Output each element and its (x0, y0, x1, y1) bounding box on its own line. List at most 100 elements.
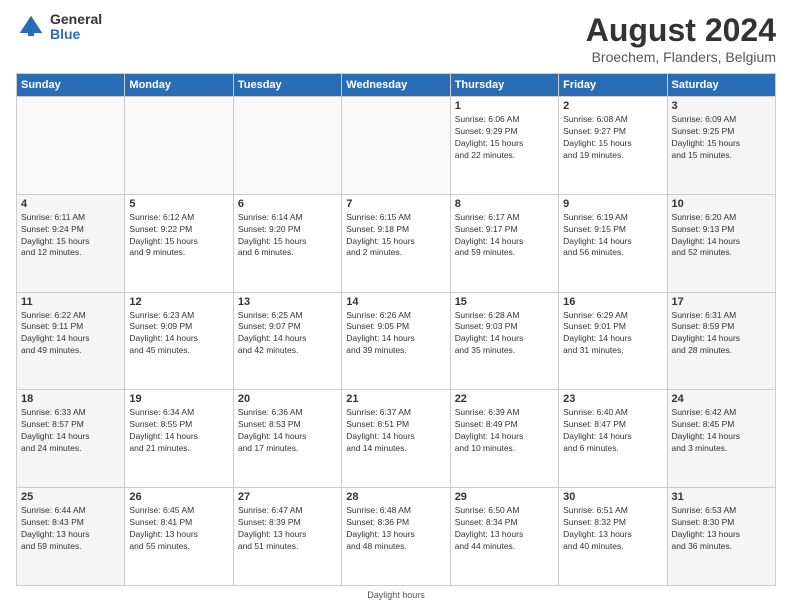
day-number: 25 (21, 491, 120, 503)
table-row: 27 Sunrise: 6:47 AM Sunset: 8:39 PM Dayli… (233, 488, 341, 586)
logo-blue-text: Blue (50, 27, 102, 42)
table-row: 5 Sunrise: 6:12 AM Sunset: 9:22 PM Daylig… (125, 194, 233, 292)
day-number: 1 (455, 100, 554, 112)
table-row: 10 Sunrise: 6:20 AM Sunset: 9:13 PM Dayli… (667, 194, 775, 292)
day-info: Sunrise: 6:34 AM Sunset: 8:55 PM Dayligh… (129, 407, 228, 455)
logo-general-text: General (50, 12, 102, 27)
table-row: 25 Sunrise: 6:44 AM Sunset: 8:43 PM Dayli… (17, 488, 125, 586)
day-info: Sunrise: 6:12 AM Sunset: 9:22 PM Dayligh… (129, 212, 228, 260)
col-tuesday: Tuesday (233, 74, 341, 97)
day-info: Sunrise: 6:45 AM Sunset: 8:41 PM Dayligh… (129, 505, 228, 553)
table-row: 22Sunrise: 6:39 AM Sunset: 8:49 PM Dayli… (450, 390, 558, 488)
day-number: 19 (129, 393, 228, 405)
table-row: 23Sunrise: 6:40 AM Sunset: 8:47 PM Dayli… (559, 390, 667, 488)
table-row: 4Sunrise: 6:11 AM Sunset: 9:24 PM Daylig… (17, 194, 125, 292)
table-row: 28 Sunrise: 6:48 AM Sunset: 8:36 PM Dayli… (342, 488, 450, 586)
location: Broechem, Flanders, Belgium (586, 49, 776, 65)
day-info: Sunrise: 6:23 AM Sunset: 9:09 PM Dayligh… (129, 310, 228, 358)
day-number: 10 (672, 198, 771, 210)
day-info: Sunrise: 6:06 AM Sunset: 9:29 PM Dayligh… (455, 114, 554, 162)
calendar-week-3: 11 Sunrise: 6:22 AM Sunset: 9:11 PM Dayli… (17, 292, 776, 390)
day-info: Sunrise: 6:19 AM Sunset: 9:15 PM Dayligh… (563, 212, 662, 260)
day-number: 18 (21, 393, 120, 405)
day-number: 31 (672, 491, 771, 503)
month-title: August 2024 (586, 12, 776, 49)
day-info: Sunrise: 6:22 AM Sunset: 9:11 PM Dayligh… (21, 310, 120, 358)
day-info: Sunrise: 6:09 AM Sunset: 9:25 PM Dayligh… (672, 114, 771, 162)
table-row (342, 97, 450, 195)
table-row: 11 Sunrise: 6:22 AM Sunset: 9:11 PM Dayli… (17, 292, 125, 390)
day-number: 15 (455, 296, 554, 308)
table-row: 6Sunrise: 6:14 AM Sunset: 9:20 PM Daylig… (233, 194, 341, 292)
day-info: Sunrise: 6:48 AM Sunset: 8:36 PM Dayligh… (346, 505, 445, 553)
day-number: 24 (672, 393, 771, 405)
day-number: 16 (563, 296, 662, 308)
table-row: 12Sunrise: 6:23 AM Sunset: 9:09 PM Dayli… (125, 292, 233, 390)
day-number: 21 (346, 393, 445, 405)
day-info: Sunrise: 6:47 AM Sunset: 8:39 PM Dayligh… (238, 505, 337, 553)
col-wednesday: Wednesday (342, 74, 450, 97)
logo-icon (16, 12, 46, 42)
day-info: Sunrise: 6:37 AM Sunset: 8:51 PM Dayligh… (346, 407, 445, 455)
day-number: 11 (21, 296, 120, 308)
day-info: Sunrise: 6:39 AM Sunset: 8:49 PM Dayligh… (455, 407, 554, 455)
col-sunday: Sunday (17, 74, 125, 97)
table-row (17, 97, 125, 195)
day-number: 26 (129, 491, 228, 503)
table-row: 1 Sunrise: 6:06 AM Sunset: 9:29 PM Daylig… (450, 97, 558, 195)
table-row: 17Sunrise: 6:31 AM Sunset: 8:59 PM Dayli… (667, 292, 775, 390)
day-number: 20 (238, 393, 337, 405)
day-info: Sunrise: 6:40 AM Sunset: 8:47 PM Dayligh… (563, 407, 662, 455)
footer: Daylight hours (16, 590, 776, 600)
day-number: 27 (238, 491, 337, 503)
table-row: 2Sunrise: 6:08 AM Sunset: 9:27 PM Daylig… (559, 97, 667, 195)
logo: General Blue (16, 12, 102, 43)
day-info: Sunrise: 6:28 AM Sunset: 9:03 PM Dayligh… (455, 310, 554, 358)
day-number: 9 (563, 198, 662, 210)
table-row: 21 Sunrise: 6:37 AM Sunset: 8:51 PM Dayli… (342, 390, 450, 488)
table-row: 9 Sunrise: 6:19 AM Sunset: 9:15 PM Daylig… (559, 194, 667, 292)
table-row: 30Sunrise: 6:51 AM Sunset: 8:32 PM Dayli… (559, 488, 667, 586)
footer-text: Daylight hours (367, 590, 425, 600)
calendar-week-1: 1 Sunrise: 6:06 AM Sunset: 9:29 PM Daylig… (17, 97, 776, 195)
day-info: Sunrise: 6:51 AM Sunset: 8:32 PM Dayligh… (563, 505, 662, 553)
day-info: Sunrise: 6:42 AM Sunset: 8:45 PM Dayligh… (672, 407, 771, 455)
title-section: August 2024 Broechem, Flanders, Belgium (586, 12, 776, 65)
header: General Blue August 2024 Broechem, Fland… (16, 12, 776, 65)
day-number: 13 (238, 296, 337, 308)
col-saturday: Saturday (667, 74, 775, 97)
table-row: 24 Sunrise: 6:42 AM Sunset: 8:45 PM Dayli… (667, 390, 775, 488)
table-row: 8 Sunrise: 6:17 AM Sunset: 9:17 PM Daylig… (450, 194, 558, 292)
day-number: 17 (672, 296, 771, 308)
day-info: Sunrise: 6:50 AM Sunset: 8:34 PM Dayligh… (455, 505, 554, 553)
calendar: Sunday Monday Tuesday Wednesday Thursday… (16, 73, 776, 586)
table-row: 3Sunrise: 6:09 AM Sunset: 9:25 PM Daylig… (667, 97, 775, 195)
calendar-header-row: Sunday Monday Tuesday Wednesday Thursday… (17, 74, 776, 97)
calendar-week-5: 25 Sunrise: 6:44 AM Sunset: 8:43 PM Dayli… (17, 488, 776, 586)
day-info: Sunrise: 6:08 AM Sunset: 9:27 PM Dayligh… (563, 114, 662, 162)
day-number: 8 (455, 198, 554, 210)
calendar-week-2: 4Sunrise: 6:11 AM Sunset: 9:24 PM Daylig… (17, 194, 776, 292)
table-row: 29Sunrise: 6:50 AM Sunset: 8:34 PM Dayli… (450, 488, 558, 586)
logo-text: General Blue (50, 12, 102, 43)
table-row: 31Sunrise: 6:53 AM Sunset: 8:30 PM Dayli… (667, 488, 775, 586)
table-row: 16Sunrise: 6:29 AM Sunset: 9:01 PM Dayli… (559, 292, 667, 390)
col-thursday: Thursday (450, 74, 558, 97)
day-info: Sunrise: 6:17 AM Sunset: 9:17 PM Dayligh… (455, 212, 554, 260)
table-row: 18 Sunrise: 6:33 AM Sunset: 8:57 PM Dayli… (17, 390, 125, 488)
table-row: 26 Sunrise: 6:45 AM Sunset: 8:41 PM Dayli… (125, 488, 233, 586)
day-number: 6 (238, 198, 337, 210)
day-info: Sunrise: 6:36 AM Sunset: 8:53 PM Dayligh… (238, 407, 337, 455)
table-row: 20 Sunrise: 6:36 AM Sunset: 8:53 PM Dayli… (233, 390, 341, 488)
day-number: 5 (129, 198, 228, 210)
day-info: Sunrise: 6:44 AM Sunset: 8:43 PM Dayligh… (21, 505, 120, 553)
table-row (125, 97, 233, 195)
day-number: 14 (346, 296, 445, 308)
page: General Blue August 2024 Broechem, Fland… (0, 0, 792, 612)
col-monday: Monday (125, 74, 233, 97)
day-info: Sunrise: 6:33 AM Sunset: 8:57 PM Dayligh… (21, 407, 120, 455)
table-row: 13 Sunrise: 6:25 AM Sunset: 9:07 PM Dayli… (233, 292, 341, 390)
day-info: Sunrise: 6:25 AM Sunset: 9:07 PM Dayligh… (238, 310, 337, 358)
day-number: 28 (346, 491, 445, 503)
day-info: Sunrise: 6:20 AM Sunset: 9:13 PM Dayligh… (672, 212, 771, 260)
